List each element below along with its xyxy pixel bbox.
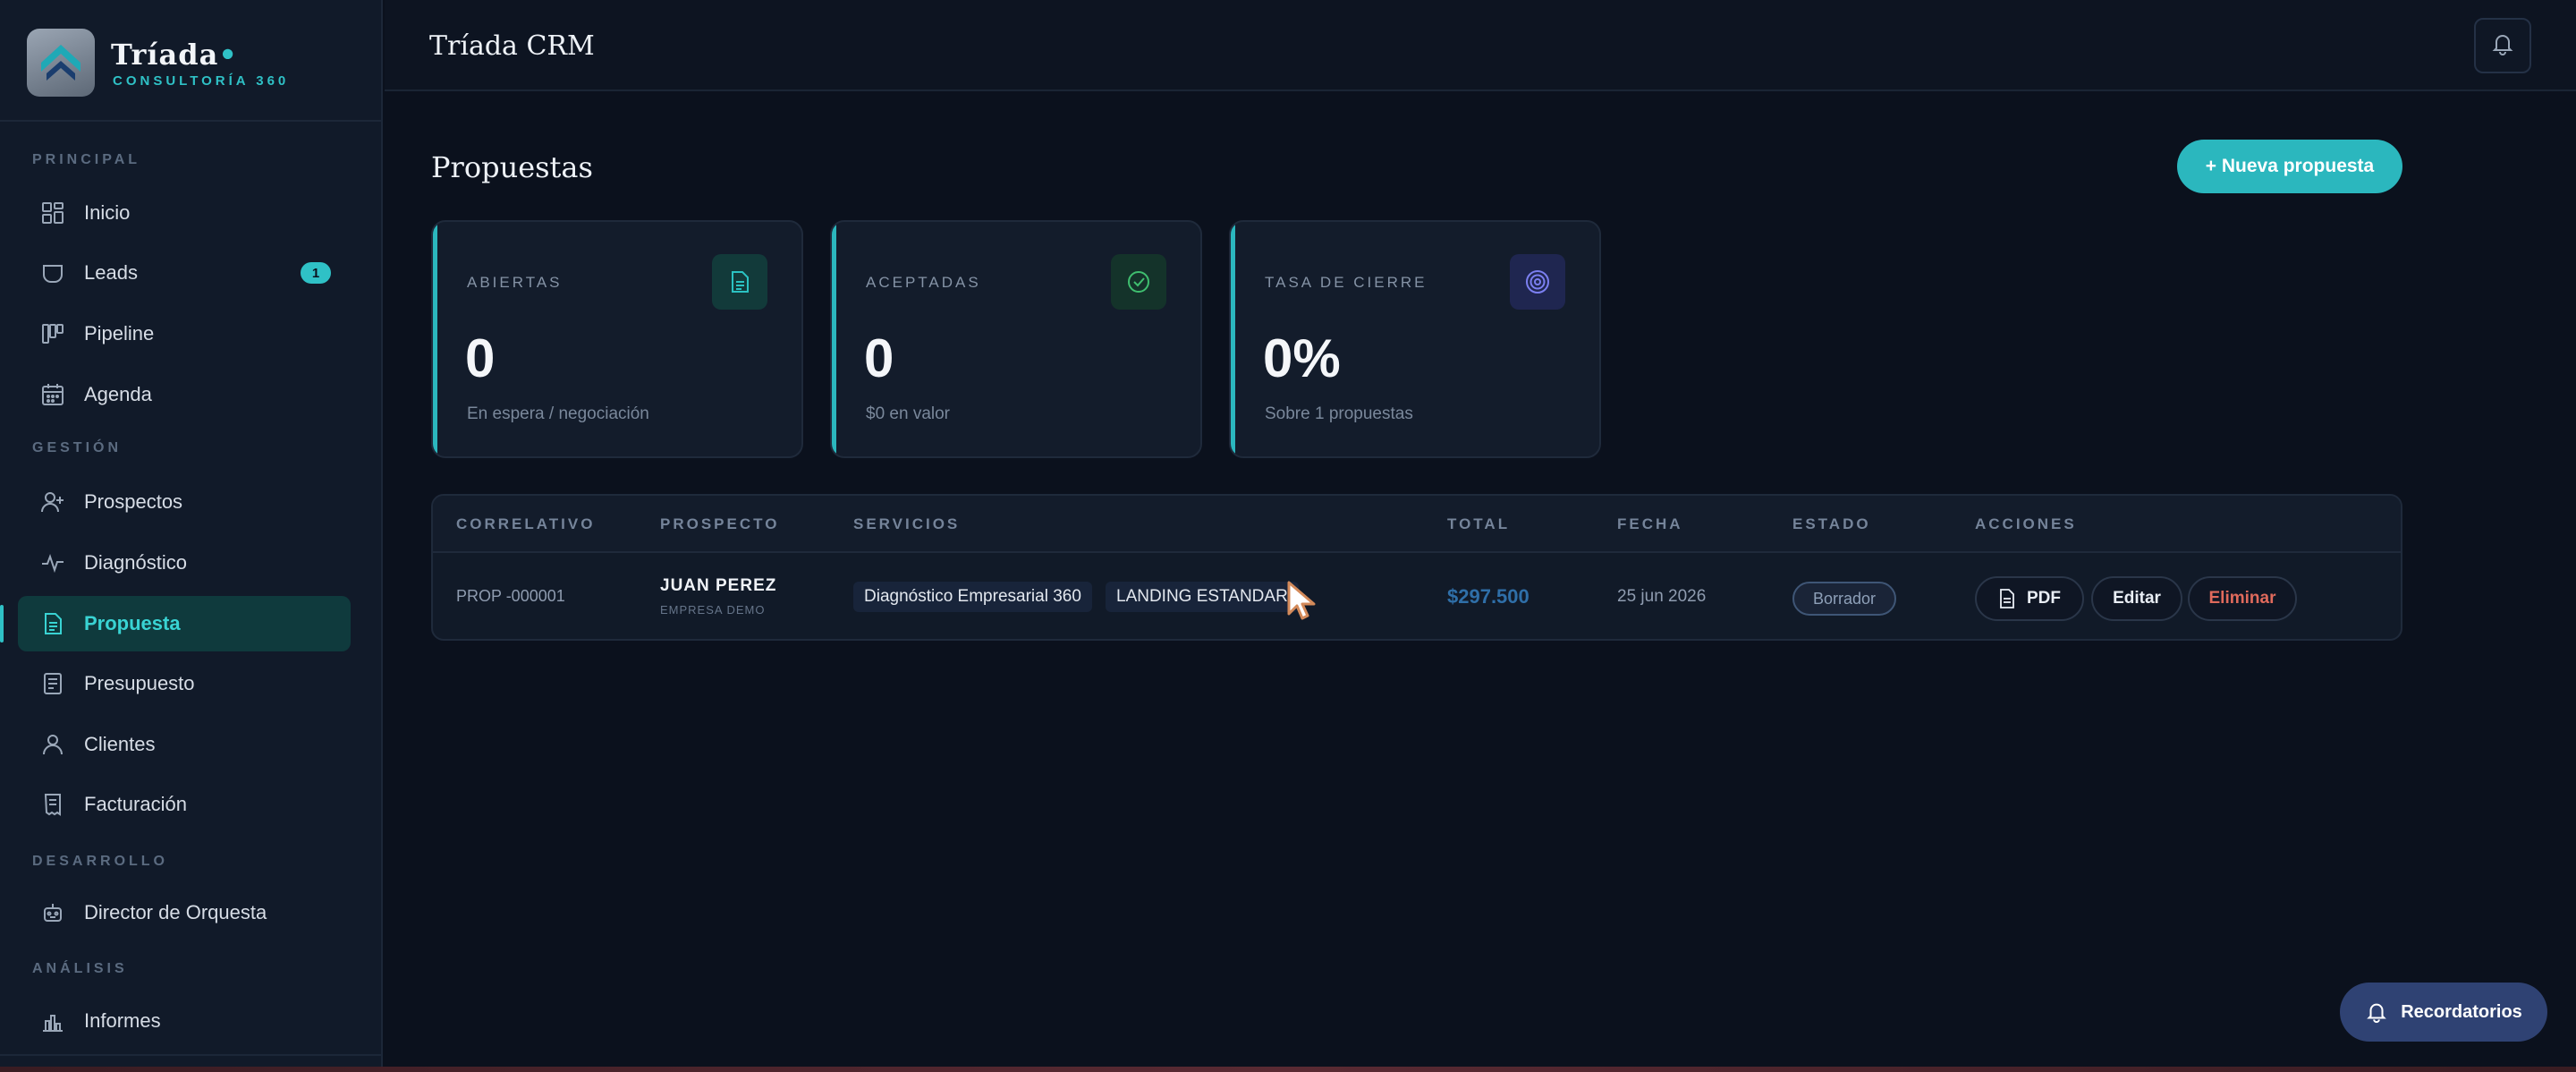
new-proposal-button[interactable]: + Nueva propuesta (2177, 140, 2402, 193)
proposal-total: $297.500 (1447, 585, 1530, 608)
section-label-analisis: ANÁLISIS (32, 961, 128, 976)
edit-button[interactable]: Editar (2091, 576, 2182, 621)
proposals-table: CORRELATIVO PROSPECTO SERVICIOS TOTAL FE… (431, 494, 2402, 641)
service-tag: Diagnóstico Empresarial 360 (853, 582, 1092, 612)
sidebar-item-label: Prospectos (84, 490, 183, 513)
sidebar-item-label: Pipeline (84, 322, 155, 345)
column-header-estado[interactable]: ESTADO (1792, 515, 1871, 533)
prospect-company: EMPRESA DEMO (660, 603, 766, 617)
brand: Tríada• CONSULTORÍA 360 (0, 0, 383, 122)
brand-name: Tríada• (111, 38, 238, 72)
stat-card-tasa-de-cierre: TASA DE CIERRE 0% Sobre 1 propuestas (1229, 220, 1601, 458)
section-label-principal: PRINCIPAL (32, 152, 141, 167)
sidebar-item-label: Presupuesto (84, 672, 195, 694)
sidebar-item-informes[interactable]: Informes (18, 993, 351, 1049)
activity-icon (39, 549, 66, 576)
brand-subtitle: CONSULTORÍA 360 (113, 73, 290, 89)
section-label-gestion: GESTIÓN (32, 440, 123, 455)
document-icon (39, 670, 66, 697)
stat-card-value: 0 (864, 328, 894, 388)
file-text-icon (39, 610, 66, 637)
column-header-fecha[interactable]: FECHA (1617, 515, 1683, 533)
file-text-icon (712, 254, 767, 310)
sidebar-item-label: Diagnóstico (84, 551, 187, 574)
calendar-icon (39, 381, 66, 408)
stat-card-note: En espera / negociación (467, 404, 649, 423)
sidebar-item-label: Informes (84, 1009, 161, 1032)
bell-icon (2365, 1000, 2388, 1024)
sidebar-item-presupuesto[interactable]: Presupuesto (18, 656, 351, 711)
section-label-desarrollo: DESARROLLO (32, 854, 168, 869)
pdf-button-label: PDF (2027, 589, 2061, 608)
file-icon (1998, 589, 2016, 608)
sidebar-item-director-de-orquesta[interactable]: Director de Orquesta (18, 885, 351, 940)
column-header-prospecto[interactable]: PROSPECTO (660, 515, 779, 533)
top-bar: Tríada CRM (385, 0, 2576, 91)
check-circle-icon (1111, 254, 1166, 310)
mouse-cursor-icon (1286, 580, 1317, 625)
sidebar-divider (0, 1054, 383, 1056)
column-header-acciones: ACCIONES (1975, 515, 2077, 532)
logo-mark-icon (41, 45, 80, 81)
table-header: CORRELATIVO PROSPECTO SERVICIOS TOTAL FE… (433, 496, 2401, 553)
bottom-edge-glow (0, 1067, 2576, 1072)
sidebar-item-label: Inicio (84, 201, 131, 224)
sidebar-item-label: Agenda (84, 383, 152, 405)
sidebar-item-label: Facturación (84, 793, 187, 815)
robot-icon (39, 899, 66, 926)
sidebar-item-label: Leads (84, 261, 138, 284)
status-badge: Borrador (1792, 582, 1896, 616)
leads-count-badge: 1 (301, 262, 331, 284)
table-row[interactable]: PROP -000001 JUAN PEREZ EMPRESA DEMO Dia… (433, 553, 2401, 639)
pdf-button[interactable]: PDF (1975, 576, 2084, 621)
delete-button[interactable]: Eliminar (2188, 576, 2297, 621)
stat-card-label: ABIERTAS (467, 274, 563, 291)
sidebar: Tríada• CONSULTORÍA 360 PRINCIPAL Inicio… (0, 0, 383, 1072)
sidebar-item-prospectos[interactable]: Prospectos (18, 474, 351, 530)
stat-card-label: ACEPTADAS (866, 274, 981, 291)
target-icon (1510, 254, 1565, 310)
stat-card-value: 0 (465, 328, 496, 388)
reminders-button[interactable]: Recordatorios (2340, 983, 2547, 1042)
sidebar-item-label: Director de Orquesta (84, 901, 267, 923)
service-tag: LANDING ESTANDAR (1106, 582, 1299, 612)
sidebar-item-diagnostico[interactable]: Diagnóstico (18, 535, 351, 591)
reminders-button-label: Recordatorios (2401, 1001, 2522, 1022)
bar-chart-icon (39, 1008, 66, 1034)
brand-dot: • (218, 38, 238, 72)
bell-icon (2490, 31, 2515, 61)
column-header-total[interactable]: TOTAL (1447, 515, 1510, 533)
stat-card-label: TASA DE CIERRE (1265, 274, 1428, 291)
sidebar-item-facturacion[interactable]: Facturación (18, 777, 351, 832)
stat-card-note: Sobre 1 propuestas (1265, 404, 1413, 423)
proposal-date: 25 jun 2026 (1617, 587, 1707, 606)
sidebar-item-pipeline[interactable]: Pipeline (18, 306, 351, 362)
receipt-icon (39, 791, 66, 818)
user-icon (39, 731, 66, 758)
user-plus-icon (39, 489, 66, 515)
proposal-id: PROP -000001 (456, 587, 565, 605)
inbox-icon (39, 259, 66, 286)
prospect-name: JUAN PEREZ (660, 576, 777, 595)
notifications-button[interactable] (2474, 18, 2531, 73)
kanban-icon (39, 320, 66, 347)
grid-icon (39, 200, 66, 226)
stat-card-aceptadas: ACEPTADAS 0 $0 en valor (830, 220, 1202, 458)
sidebar-item-agenda[interactable]: Agenda (18, 367, 351, 422)
sidebar-item-inicio[interactable]: Inicio (18, 185, 351, 241)
stat-card-value: 0% (1263, 328, 1341, 388)
stat-card-abiertas: ABIERTAS 0 En espera / negociación (431, 220, 803, 458)
app-title: Tríada CRM (429, 30, 595, 62)
sidebar-item-leads[interactable]: Leads 1 (18, 245, 351, 301)
sidebar-item-clientes[interactable]: Clientes (18, 717, 351, 772)
column-header-correlativo[interactable]: CORRELATIVO (456, 515, 595, 533)
page-title: Propuestas (431, 150, 593, 184)
sidebar-item-label: Propuesta (84, 612, 181, 634)
sidebar-item-label: Clientes (84, 733, 156, 755)
sidebar-item-propuesta[interactable]: Propuesta (0, 596, 351, 651)
brand-logo[interactable] (27, 29, 95, 97)
column-header-servicios[interactable]: SERVICIOS (853, 515, 960, 533)
stat-card-note: $0 en valor (866, 404, 951, 423)
